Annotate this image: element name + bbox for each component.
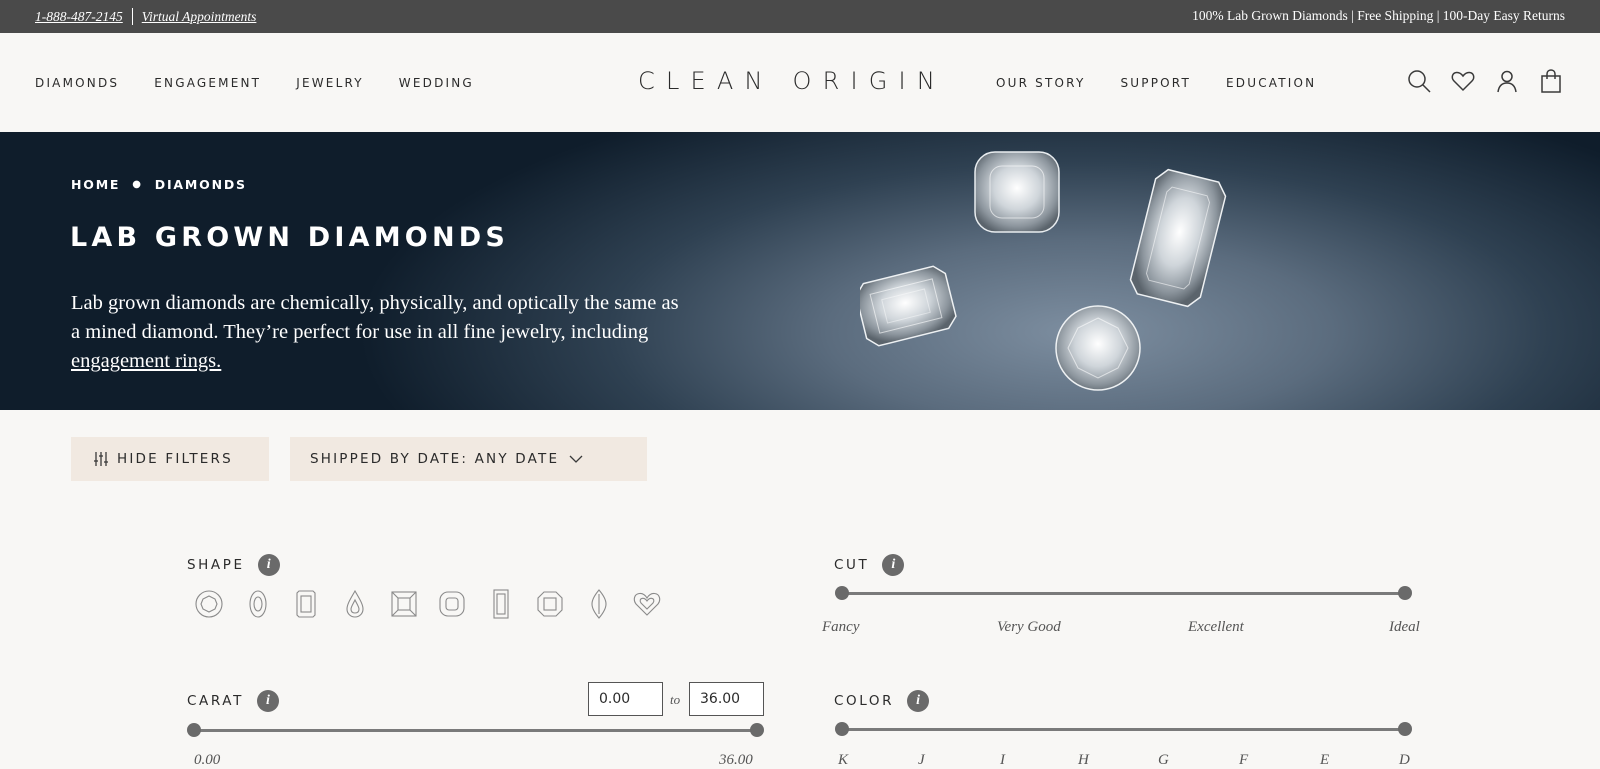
color-slider-max-handle[interactable] [1398,722,1412,736]
cut-slider-max-handle[interactable] [1398,586,1412,600]
secondary-nav: OUR STORY SUPPORT EDUCATION [996,76,1351,90]
filter-sliders-icon [94,452,108,466]
hero-description-text: Lab grown diamonds are chemically, physi… [71,292,679,343]
cut-tick: Very Good [997,619,1061,635]
breadcrumb-diamonds[interactable]: DIAMONDS [155,177,247,192]
shape-radiant-icon[interactable] [485,588,517,620]
color-tick: F [1239,752,1249,768]
carat-max-input[interactable]: 36.00 [689,682,764,716]
carat-label-text: CARAT [187,693,244,709]
heart-icon[interactable] [1450,68,1476,94]
cut-slider[interactable] [835,586,1412,600]
color-label-text: COLOR [834,693,895,709]
shape-heart-icon[interactable] [631,588,663,620]
header-icons [1388,68,1564,94]
nav-jewelry[interactable]: JEWELRY [296,76,364,90]
shape-oval-icon[interactable] [242,588,274,620]
hide-filters-label: HIDE FILTERS [117,451,233,467]
cut-tick: Excellent [1188,619,1244,635]
shape-pear-icon[interactable] [339,588,371,620]
nav-engagement[interactable]: ENGAGEMENT [154,76,261,90]
nav-our-story[interactable]: OUR STORY [996,76,1085,90]
announcement-bar: 1-888-487-2145 Virtual Appointments 100%… [0,0,1600,33]
shape-filter-label: SHAPE i [187,554,280,576]
color-filter-label: COLOR i [834,690,930,712]
site-logo[interactable]: CLEAN ORIGIN [638,67,946,95]
divider [131,8,133,25]
carat-slider-min-handle[interactable] [187,723,201,737]
shape-princess-icon[interactable] [388,588,420,620]
virtual-appointments-link[interactable]: Virtual Appointments [142,9,257,25]
cut-slider-track [842,592,1405,595]
color-slider-track [842,728,1405,731]
cut-info-icon[interactable]: i [882,554,905,576]
shape-marquise-icon[interactable] [583,588,615,620]
carat-min-input[interactable]: 0.00 [588,682,663,716]
promo-text: 100% Lab Grown Diamonds | Free Shipping … [1192,8,1565,23]
nav-diamonds[interactable]: DIAMONDS [35,76,119,90]
color-tick: I [1000,752,1005,768]
carat-info-icon[interactable]: i [256,690,279,712]
shape-info-icon[interactable]: i [257,554,280,576]
shape-asscher-icon[interactable] [534,588,566,620]
carat-slider-track [194,729,757,732]
diamonds-image [860,151,1227,391]
color-slider[interactable] [835,722,1412,736]
shape-label-text: SHAPE [187,557,245,573]
phone-link[interactable]: 1-888-487-2145 [35,9,123,25]
breadcrumb-home[interactable]: HOME [71,177,120,192]
color-tick: K [838,752,849,768]
shape-cushion-icon[interactable] [436,588,468,620]
cut-tick: Fancy [822,619,860,635]
cut-label-text: CUT [834,557,870,573]
nav-support[interactable]: SUPPORT [1120,76,1191,90]
cut-filter-label: CUT i [834,554,905,576]
search-icon[interactable] [1406,68,1432,94]
primary-nav: DIAMONDS ENGAGEMENT JEWELRY WEDDING [35,76,509,90]
hero-banner: HOME ● DIAMONDS LAB GROWN DIAMONDS Lab g… [0,132,1600,410]
carat-slider[interactable] [187,723,764,737]
carat-tick: 36.00 [719,752,753,768]
carat-to-label: to [670,692,681,707]
color-tick: J [918,752,925,768]
cut-slider-min-handle[interactable] [835,586,849,600]
shape-emerald-icon[interactable] [290,588,322,620]
shape-options [193,588,680,620]
color-tick: D [1399,752,1410,768]
nav-education[interactable]: EDUCATION [1226,76,1316,90]
color-info-icon[interactable]: i [907,690,930,712]
breadcrumb: HOME ● DIAMONDS [71,177,247,192]
cut-tick: Ideal [1389,619,1420,635]
color-tick: H [1078,752,1089,768]
carat-tick: 0.00 [194,752,221,768]
shape-round-icon[interactable] [193,588,225,620]
color-tick: G [1158,752,1169,768]
shipped-by-date-label: SHIPPED BY DATE: ANY DATE [310,451,560,467]
bag-icon[interactable] [1538,68,1564,94]
chevron-down-icon [569,455,583,463]
shipped-by-date-dropdown[interactable]: SHIPPED BY DATE: ANY DATE [290,437,647,481]
account-icon[interactable] [1494,68,1520,94]
hero-description: Lab grown diamonds are chemically, physi… [71,289,691,376]
breadcrumb-separator: ● [132,179,143,190]
engagement-rings-link[interactable]: engagement rings. [71,350,221,372]
hide-filters-button[interactable]: HIDE FILTERS [71,437,269,481]
carat-slider-max-handle[interactable] [750,723,764,737]
color-tick: E [1320,752,1330,768]
color-slider-min-handle[interactable] [835,722,849,736]
carat-filter-label: CARAT i [187,690,279,712]
page-title: LAB GROWN DIAMONDS [70,222,509,253]
nav-wedding[interactable]: WEDDING [399,76,474,90]
site-header: DIAMONDS ENGAGEMENT JEWELRY WEDDING CLEA… [0,33,1600,132]
